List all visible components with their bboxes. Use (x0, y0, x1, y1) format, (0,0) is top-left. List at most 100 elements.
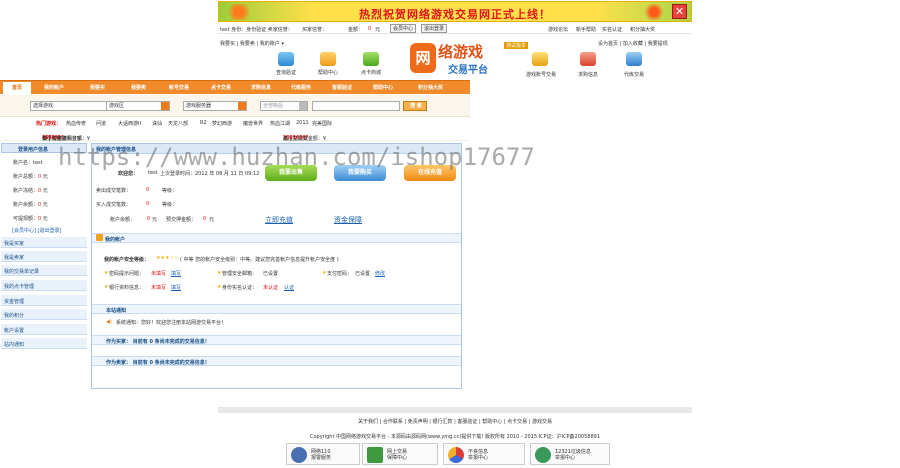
logo-subtitle: 交易平台 (448, 65, 488, 76)
sidebar-row-value: 0 (38, 202, 42, 208)
nav-card-trade[interactable]: 点卡交易 (211, 84, 231, 91)
nav-help[interactable]: 帮助中心 (373, 84, 393, 91)
hot-game[interactable]: 热血江湖 (270, 120, 290, 127)
sidebar-menu-buyer[interactable]: 我是买家 (1, 237, 87, 248)
sidebar-menu-settings[interactable]: 帐户设置 (1, 324, 87, 335)
balance-unit: 元 (375, 27, 381, 33)
sidebar-menu-orders[interactable]: 我的交易单记录 (1, 265, 87, 276)
footer-links[interactable]: 关于我们 | 合作联系 | 免责声明 | 银行汇款 | 客服验证 | 帮助中心 … (218, 418, 692, 425)
seller-note-label: 作为卖家： (106, 360, 132, 366)
header-right-links[interactable]: 设为首页 | 加入收藏 | 我要提现 (598, 40, 668, 47)
top-link-lottery[interactable]: 积分抽大奖 (630, 26, 655, 33)
nav-cs-verify[interactable]: 客服验证 (332, 84, 352, 91)
logo-title: 络游戏 (438, 43, 484, 61)
nav-lottery[interactable]: 积分抽大奖 (418, 84, 443, 91)
banner-text: 热烈祝贺网络游戏交易网正式上线！ (359, 8, 551, 21)
hot-game[interactable]: 热血传奇 (66, 120, 86, 127)
firework-right-icon (643, 4, 665, 20)
nav-buy-request[interactable]: 求购信息 (251, 84, 271, 91)
star-icon: ★ (104, 284, 109, 290)
card-store-icon[interactable] (363, 52, 379, 66)
badge-text: 网上交易 保障中心 (387, 449, 407, 461)
hot-label: 热门游戏： (36, 121, 62, 127)
hot-game[interactable]: 天龙八部 (168, 120, 188, 127)
item-action[interactable]: 填写 (171, 284, 181, 291)
badge-police[interactable]: 网络110 报警服务 (286, 443, 360, 465)
icon-label-boosting[interactable]: 代练交易 (619, 71, 649, 78)
icon-label-help[interactable]: 帮助中心 (313, 69, 343, 76)
seller-pending: 作为卖家： 目前有 0 条尚未完成的交易信息！ (92, 356, 461, 366)
sidebar-menu-notices[interactable]: 站内通知 (1, 338, 87, 349)
icon-label-account-trade[interactable]: 游戏账号交易 (521, 71, 561, 78)
sold-value: 0 (146, 187, 150, 193)
area-select[interactable]: 游戏区 (106, 101, 170, 111)
nav-buy[interactable]: 我要买 (90, 84, 105, 91)
nav-boosting[interactable]: 代练服务 (291, 84, 311, 91)
notice-section: 本站通知 (92, 304, 461, 314)
sidebar-menu-cards[interactable]: 我的点卡管理 (1, 280, 87, 291)
help-center-icon[interactable] (320, 52, 336, 66)
close-icon[interactable]: ✕ (672, 4, 687, 19)
user-topbar: test 身份：身份验证 卖家信誉： 买家信誉： 金额： 0 元 会员中心 退出… (218, 24, 692, 34)
search-bar: 选择游戏 游戏区 游戏服务器 全部物品 搜 索 (0, 95, 470, 117)
hot-game[interactable]: 魔兽世界 (243, 120, 263, 127)
welcome-label: 欢迎您： (118, 171, 139, 177)
query-verify-icon[interactable] (278, 52, 294, 66)
hot-game[interactable]: 问道 (96, 120, 106, 127)
hot-game[interactable]: 完美国际 (312, 120, 332, 127)
security-link[interactable]: 资金保障 (334, 215, 362, 225)
account-balance-label: 账户余额： (110, 217, 136, 223)
badge-report[interactable]: 不良信息 举报中心 (443, 443, 525, 465)
account-trade-icon[interactable] (532, 52, 548, 66)
item-action[interactable]: 修改 (375, 270, 385, 277)
sidebar-links[interactable]: [会员中心] [退出登录] (12, 227, 61, 234)
buyer-note-label: 作为买家： (106, 339, 132, 345)
nav-home[interactable]: 首页 (3, 82, 31, 94)
sidebar-menu-points[interactable]: 我的积分 (1, 309, 87, 320)
hot-game[interactable]: 大话西游II (118, 120, 141, 127)
top-link-help[interactable]: 新手帮助 (576, 26, 596, 33)
hot-game[interactable]: 梦幻西游 (212, 120, 232, 127)
type-select[interactable]: 全部物品 (260, 101, 308, 111)
account-balance-value: 0 (147, 216, 151, 222)
hot-game[interactable]: 诛仙 (152, 120, 162, 127)
speaker-icon: ◀) (106, 319, 112, 325)
item-action[interactable]: 认证 (284, 284, 294, 291)
logout-button[interactable]: 退出登录 (421, 24, 448, 33)
top-link-verify[interactable]: 实名认证 (602, 26, 622, 33)
badge-line2: 保障中心 (387, 455, 408, 461)
game-select[interactable]: 选择游戏 (30, 101, 116, 111)
item-label: 密码提示问题： (109, 271, 145, 277)
balance-label: 金额： (348, 27, 364, 33)
sidebar-row-value: 0 (38, 174, 42, 180)
hot-game[interactable]: 2011 (296, 120, 309, 126)
top-link-forum[interactable]: 游戏论坛 (548, 26, 568, 33)
header-left-links[interactable]: 我要买 | 我要卖 | 我的账户 ▾ (220, 40, 284, 47)
keyword-input[interactable] (312, 101, 400, 111)
nav-sell[interactable]: 我要卖 (131, 84, 146, 91)
nav-my-account[interactable]: 我的帐户 (44, 84, 64, 91)
buy-request-icon[interactable] (580, 52, 596, 66)
member-center-button[interactable]: 会员中心 (390, 24, 417, 33)
badge-spam[interactable]: 12321垃圾信息 举报中心 (530, 443, 610, 465)
page: 热烈祝贺网络游戏交易网正式上线！ ✕ test 身份：身份验证 卖家信誉： 买家… (0, 0, 900, 468)
recharge-link[interactable]: 立即充值 (265, 215, 293, 225)
item-action[interactable]: 填写 (171, 270, 181, 277)
footer-divider (218, 407, 692, 413)
nav-account-trade[interactable]: 帐号交易 (169, 84, 189, 91)
icon-label-query[interactable]: 查询验证 (271, 69, 301, 76)
prepaid-value: 0 (203, 216, 207, 222)
site-logo[interactable]: 网 络游戏 交易平台 测试版本 (410, 39, 529, 77)
server-select[interactable]: 游戏服务器 (183, 101, 247, 111)
badge-trade[interactable]: 网上交易 保障中心 (362, 443, 438, 465)
boosting-icon[interactable] (626, 52, 642, 66)
notice-text: 系统通知：您好！欢迎您注册本站网游交易平台！ (116, 320, 227, 326)
sidebar-row-label: 账户余额： (13, 202, 39, 208)
search-button[interactable]: 搜 索 (403, 101, 427, 111)
icon-label-buy-request[interactable]: 求购信息 (573, 71, 603, 78)
sidebar-menu-funds[interactable]: 资金管理 (1, 295, 87, 306)
hot-game[interactable]: R2 (200, 120, 207, 126)
main-nav: 首页 我的帐户 我要买 我要卖 帐号交易 点卡交易 求购信息 代练服务 客服验证… (0, 80, 470, 94)
icon-label-card[interactable]: 点卡商城 (356, 69, 386, 76)
sidebar-menu-seller[interactable]: 我是卖家 (1, 251, 87, 262)
